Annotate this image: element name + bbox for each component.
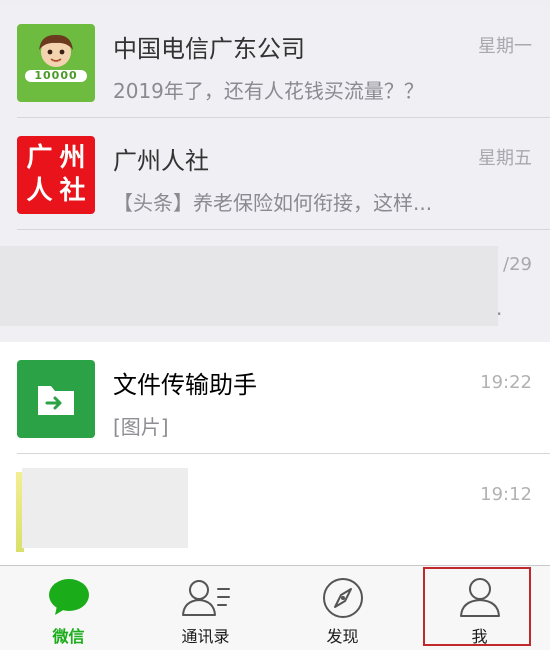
avatar-char: 人 xyxy=(26,176,53,206)
chat-preview: 【头条】养老保险如何衔接，这样... xyxy=(113,191,433,215)
chat-row-file-transfer[interactable]: 文件传输助手 [图片] 19:22 xyxy=(0,342,550,454)
chat-row-redacted[interactable]: /29 . xyxy=(0,230,550,342)
chat-title: 中国电信广东公司 xyxy=(113,35,305,63)
chat-time: /29 xyxy=(503,254,532,275)
redacted-area xyxy=(22,468,188,548)
chat-time: 星期五 xyxy=(478,148,532,169)
tab-label: 发现 xyxy=(326,627,359,646)
chat-time: 19:12 xyxy=(480,484,532,505)
tab-label: 通讯录 xyxy=(181,627,230,646)
chat-row-redacted-2[interactable]: 19:12 xyxy=(0,454,550,566)
tab-discover[interactable]: 发现 xyxy=(274,566,411,650)
redacted-area xyxy=(0,246,498,326)
tab-wechat[interactable]: 微信 xyxy=(0,566,137,650)
avatar-char: 州 xyxy=(59,143,86,173)
chat-title: 广州人社 xyxy=(113,147,209,175)
avatar-char: 社 xyxy=(59,176,86,206)
chat-preview: [图片] xyxy=(113,415,169,439)
chat-row-guangzhou-renshe[interactable]: 广 州 人 社 广州人社 【头条】养老保险如何衔接，这样... 星期五 xyxy=(0,118,550,230)
chat-bubble-icon xyxy=(48,579,89,615)
china-telecom-avatar: 10000 xyxy=(17,24,95,102)
mascot-icon xyxy=(25,34,87,82)
contacts-icon xyxy=(181,580,230,616)
chat-title: 文件传输助手 xyxy=(113,371,257,399)
chat-row-china-telecom[interactable]: 10000 中国电信广东公司 2019年了，还有人花钱买流量？？ 星期一 xyxy=(0,6,550,118)
compass-icon xyxy=(322,578,363,618)
guangzhou-renshe-avatar: 广 州 人 社 xyxy=(17,136,95,214)
chat-preview: . xyxy=(496,296,503,320)
chat-time: 星期一 xyxy=(478,36,532,57)
file-transfer-avatar xyxy=(17,360,95,438)
tab-me-highlight-box xyxy=(423,567,531,646)
avatar-char: 广 xyxy=(26,143,53,173)
chat-preview: 2019年了，还有人花钱买流量？？ xyxy=(113,79,424,103)
tab-label: 微信 xyxy=(52,627,85,646)
tab-contacts[interactable]: 通讯录 xyxy=(137,566,274,650)
chat-time: 19:22 xyxy=(480,372,532,393)
folder-arrow-icon xyxy=(38,386,74,415)
avatar-number-text: 10000 xyxy=(34,69,78,82)
